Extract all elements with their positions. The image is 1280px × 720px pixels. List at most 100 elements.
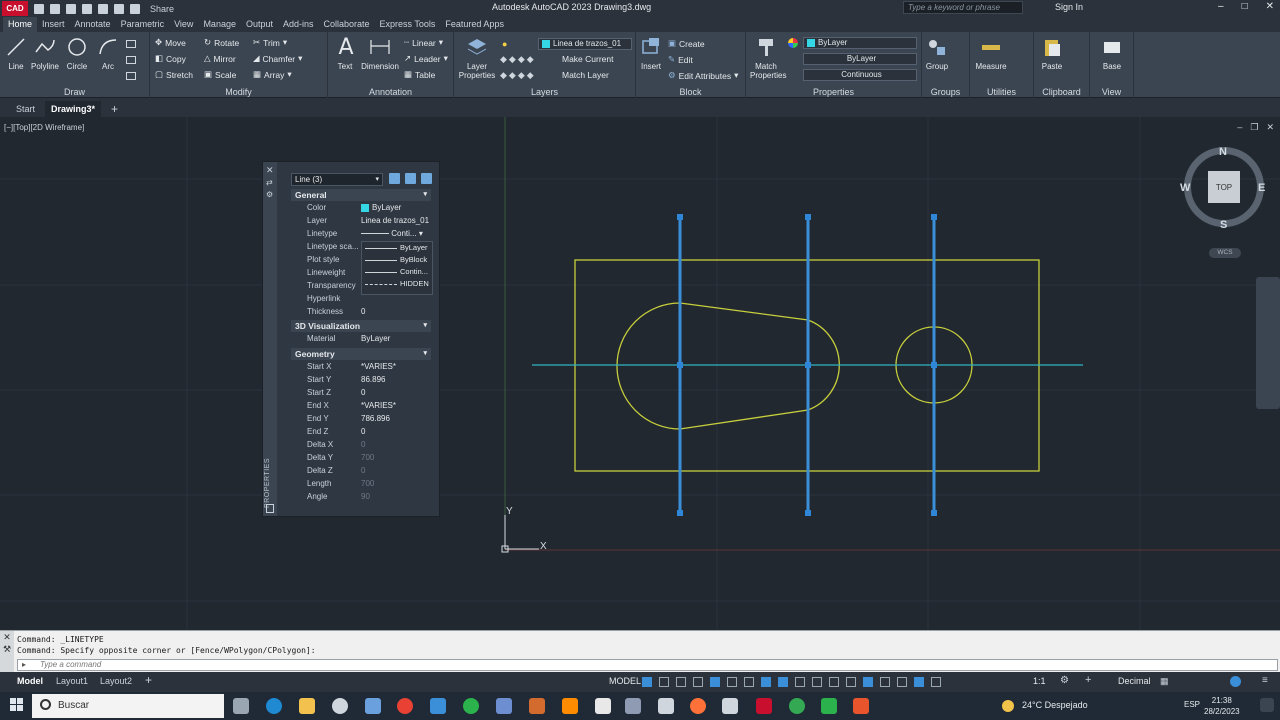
palette-icon[interactable]: [266, 504, 274, 513]
task-view-icon[interactable]: [233, 698, 249, 714]
app-icon-9[interactable]: [722, 698, 738, 714]
plus-icon[interactable]: +: [1085, 674, 1091, 686]
ortho-toggle-icon[interactable]: [710, 677, 720, 687]
new-tab-icon[interactable]: +: [105, 101, 124, 117]
annotation-scale[interactable]: 1:1: [1033, 676, 1046, 686]
navigation-bar[interactable]: [1256, 277, 1280, 409]
app-icon-8[interactable]: [658, 698, 674, 714]
tab-insert[interactable]: Insert: [37, 17, 70, 32]
annotation-panel-label[interactable]: Annotation: [328, 87, 453, 97]
new-file-icon[interactable]: [34, 3, 44, 14]
selection-cycling-icon[interactable]: [829, 677, 839, 687]
tab-add-ins[interactable]: Add-ins: [278, 17, 319, 32]
edit-block-tool[interactable]: ✎ Edit: [668, 54, 693, 65]
properties-strip[interactable]: ✕ ⇄ ⚙ PROPERTIES: [263, 162, 277, 516]
group-tool[interactable]: Group: [924, 35, 950, 71]
toggle-pickadd-icon[interactable]: [389, 173, 400, 184]
chrome-icon[interactable]: [397, 698, 413, 714]
rotate-tool[interactable]: ↻ Rotate: [204, 37, 239, 48]
lineweight-toggle-icon[interactable]: [795, 677, 805, 687]
auto-scale-icon[interactable]: [931, 677, 941, 687]
open-file-icon[interactable]: [50, 3, 60, 14]
drawing-viewport[interactable]: Y X [−][Top][2D Wireframe] – ❐ ✕ TOP N S…: [0, 117, 1280, 630]
copy-tool[interactable]: ◧ Copy: [155, 53, 186, 64]
app-icon-4[interactable]: [496, 698, 512, 714]
save-as-icon[interactable]: [82, 3, 92, 14]
tab-parametric[interactable]: Parametric: [116, 17, 170, 32]
linear-dim-tool[interactable]: ┈ Linear ▾: [404, 37, 443, 48]
compass-east[interactable]: E: [1258, 182, 1265, 194]
linetype-option-bylayer[interactable]: ByLayer: [362, 242, 432, 254]
stretch-tool[interactable]: ▢ Stretch: [155, 69, 193, 80]
infer-constraints-icon[interactable]: [676, 677, 686, 687]
vlc-icon[interactable]: [562, 698, 578, 714]
utilities-panel-label[interactable]: Utilities: [970, 87, 1033, 97]
weather-icon[interactable]: [1002, 700, 1014, 712]
layer-tools-icons-2[interactable]: ◆◆◆◆: [500, 70, 536, 81]
prop-row-end-x[interactable]: End X *VARIES*: [291, 400, 431, 413]
viewcube-top-face[interactable]: TOP: [1208, 171, 1240, 203]
boundary-icon[interactable]: [126, 72, 136, 80]
app-logo[interactable]: CAD: [2, 1, 28, 16]
3d-visualization-section-header[interactable]: 3D Visualization ▾: [291, 320, 431, 332]
autocad-taskbar-icon[interactable]: [756, 698, 772, 714]
chrome-icon-2[interactable]: [789, 698, 805, 714]
grid-toggle-icon[interactable]: [642, 677, 652, 687]
object-snap-tracking-icon[interactable]: [761, 677, 771, 687]
base-tool[interactable]: Base: [1098, 35, 1126, 71]
clock[interactable]: 21:38 28/2/2023: [1204, 695, 1240, 717]
save-icon[interactable]: [66, 3, 76, 14]
text-tool[interactable]: A Text: [334, 35, 356, 72]
edit-attributes-tool[interactable]: ⚙ Edit Attributes ▾: [668, 70, 738, 81]
create-block-tool[interactable]: ▣ Create: [668, 38, 705, 49]
settings-app-icon[interactable]: [332, 698, 348, 714]
linetype-option-continuous[interactable]: Contin...: [362, 266, 432, 278]
firefox-icon[interactable]: [690, 698, 706, 714]
match-layer-tool[interactable]: Match Layer: [562, 70, 609, 80]
wrench-icon[interactable]: ⚒: [0, 643, 14, 655]
app-icon-3[interactable]: [463, 698, 479, 714]
block-panel-label[interactable]: Block: [636, 87, 745, 97]
prop-row-end-y[interactable]: End Y 786.896: [291, 413, 431, 426]
app-icon-10[interactable]: [821, 698, 837, 714]
viewcube[interactable]: TOP N S E W: [1180, 146, 1265, 231]
restore-icon[interactable]: ❐: [1250, 122, 1258, 133]
match-properties-tool[interactable]: Match Properties: [750, 35, 786, 80]
prop-row-material[interactable]: Material ByLayer: [291, 333, 431, 346]
hatch-icon[interactable]: [126, 56, 136, 64]
table-tool[interactable]: ▦ Table: [404, 69, 435, 80]
undo-icon[interactable]: [114, 3, 124, 14]
lightbulb-icon[interactable]: ●: [502, 39, 507, 49]
select-objects-icon[interactable]: [405, 173, 416, 184]
taskbar-search[interactable]: Buscar: [32, 694, 224, 718]
tab-featured-apps[interactable]: Featured Apps: [440, 17, 509, 32]
prop-row-start-x[interactable]: Start X *VARIES*: [291, 361, 431, 374]
app-icon-1[interactable]: [365, 698, 381, 714]
polar-toggle-icon[interactable]: [727, 677, 737, 687]
app-icon-11[interactable]: [853, 698, 869, 714]
share-button[interactable]: Share: [150, 4, 174, 14]
tab-home[interactable]: Home: [3, 17, 38, 32]
gear-icon[interactable]: ⚙: [1060, 675, 1069, 686]
layers-panel-label[interactable]: Layers: [454, 87, 635, 97]
prop-row-start-y[interactable]: Start Y 86.896: [291, 374, 431, 387]
compass-north[interactable]: N: [1219, 146, 1227, 158]
weather-text[interactable]: 24°C Despejado: [1022, 700, 1088, 710]
linetype-option-hidden[interactable]: HIDDEN: [362, 278, 432, 290]
app-icon-2[interactable]: [430, 698, 446, 714]
insert-tool[interactable]: Insert: [638, 35, 664, 71]
viewport-label[interactable]: [−][Top][2D Wireframe]: [4, 123, 84, 132]
trim-tool[interactable]: ✂ Trim ▾: [253, 37, 287, 48]
clipboard-panel-label[interactable]: Clipboard: [1034, 87, 1089, 97]
compass-west[interactable]: W: [1180, 182, 1190, 194]
mirror-tool[interactable]: △ Mirror: [204, 53, 236, 64]
make-current-tool[interactable]: Make Current: [562, 54, 614, 64]
object-snap-icon[interactable]: [778, 677, 788, 687]
tab-start[interactable]: Start: [10, 101, 41, 117]
polyline-tool[interactable]: Polyline: [30, 35, 60, 71]
leader-tool[interactable]: ↗ Leader ▾: [404, 53, 448, 64]
line-tool[interactable]: Line: [4, 35, 28, 71]
linetype-combo[interactable]: Continuous: [803, 69, 917, 81]
add-layout-icon[interactable]: +: [145, 673, 152, 687]
prop-row-thickness[interactable]: Thickness 0: [291, 306, 431, 319]
